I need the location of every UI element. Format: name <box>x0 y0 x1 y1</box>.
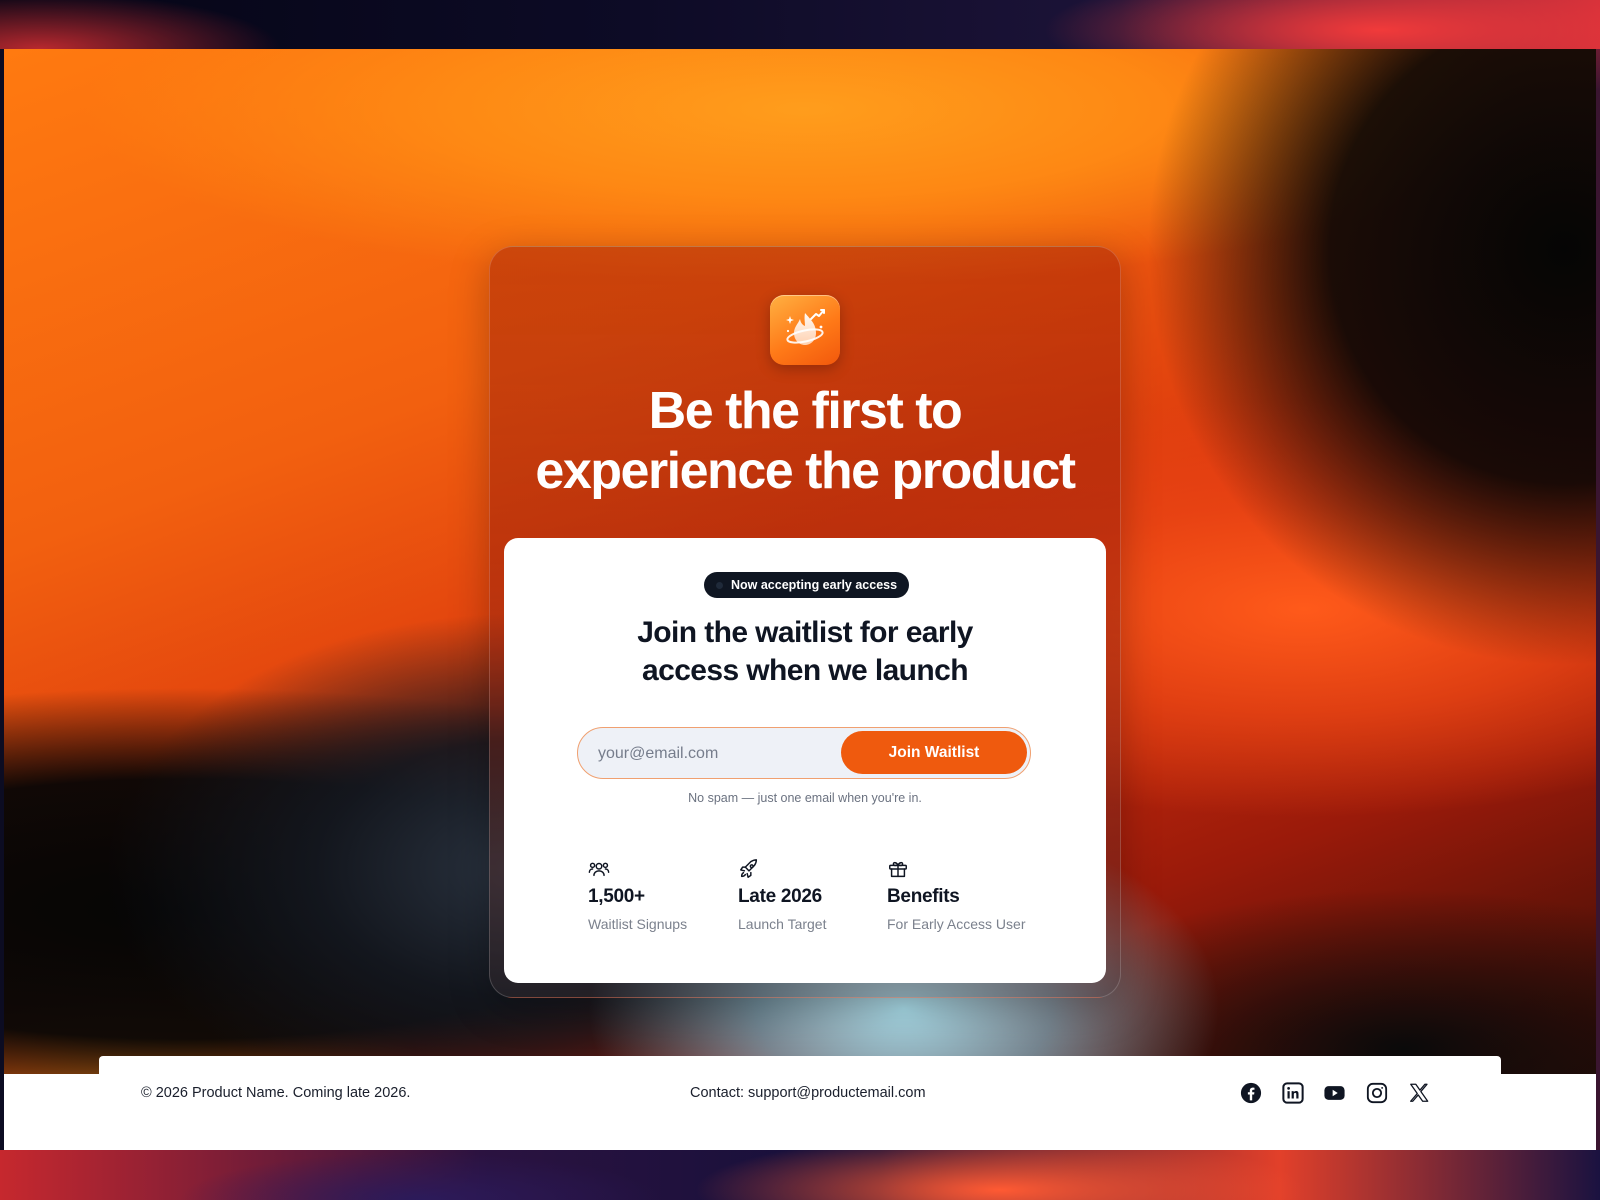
youtube-icon[interactable] <box>1323 1081 1346 1104</box>
linkedin-icon[interactable] <box>1281 1081 1304 1104</box>
top-frame-strip <box>0 0 1600 49</box>
waitlist-panel: Now accepting early access Join the wait… <box>504 538 1106 983</box>
rocket-icon <box>740 859 758 878</box>
x-icon[interactable] <box>1407 1081 1430 1104</box>
instagram-icon[interactable] <box>1365 1081 1388 1104</box>
footer-copyright: © 2026 Product Name. Coming late 2026. <box>141 1085 411 1101</box>
gift-icon <box>889 861 907 878</box>
bottom-frame-strip <box>0 1150 1600 1200</box>
hero-section: Be the first to experience the product N… <box>4 49 1596 1150</box>
hero-headline-line2: experience the product <box>535 442 1076 500</box>
footer-top-edge <box>99 1056 1501 1076</box>
stat-launch: Late 2026 Launch Target <box>738 858 888 932</box>
footer: © 2026 Product Name. Coming late 2026. C… <box>4 1074 1596 1150</box>
social-links <box>1239 1081 1430 1104</box>
hero-headline: Be the first to experience the product <box>490 381 1120 501</box>
waitlist-title: Join the waitlist for early access when … <box>504 614 1106 690</box>
facebook-icon[interactable] <box>1239 1081 1262 1104</box>
waitlist-card: Be the first to experience the product N… <box>489 246 1121 998</box>
stat-label: Launch Target <box>738 916 827 932</box>
badge-label: Now accepting early access <box>731 578 898 592</box>
users-icon <box>588 862 610 877</box>
waitlist-title-line2: access when we launch <box>642 654 968 687</box>
early-access-badge: Now accepting early access <box>704 572 910 598</box>
signup-form: Join Waitlist <box>577 727 1031 779</box>
stat-label: For Early Access User <box>887 916 1026 932</box>
hero-headline-line1: Be the first to <box>648 382 963 440</box>
stat-benefits: Benefits For Early Access User <box>887 858 1037 932</box>
stat-value: Late 2026 <box>738 886 822 907</box>
flame-planet-icon <box>786 309 825 345</box>
join-waitlist-button[interactable]: Join Waitlist <box>841 731 1027 774</box>
stat-signups: 1,500+ Waitlist Signups <box>588 858 738 932</box>
stat-value: Benefits <box>887 886 960 907</box>
status-dot-icon <box>716 581 723 589</box>
email-input[interactable] <box>596 728 840 779</box>
product-logo <box>770 295 840 365</box>
no-spam-note: No spam — just one email when you're in. <box>688 791 922 805</box>
footer-contact[interactable]: Contact: support@productemail.com <box>690 1085 926 1101</box>
stat-label: Waitlist Signups <box>588 916 688 932</box>
stat-value: 1,500+ <box>588 886 645 907</box>
waitlist-title-line1: Join the waitlist for early <box>637 616 973 649</box>
